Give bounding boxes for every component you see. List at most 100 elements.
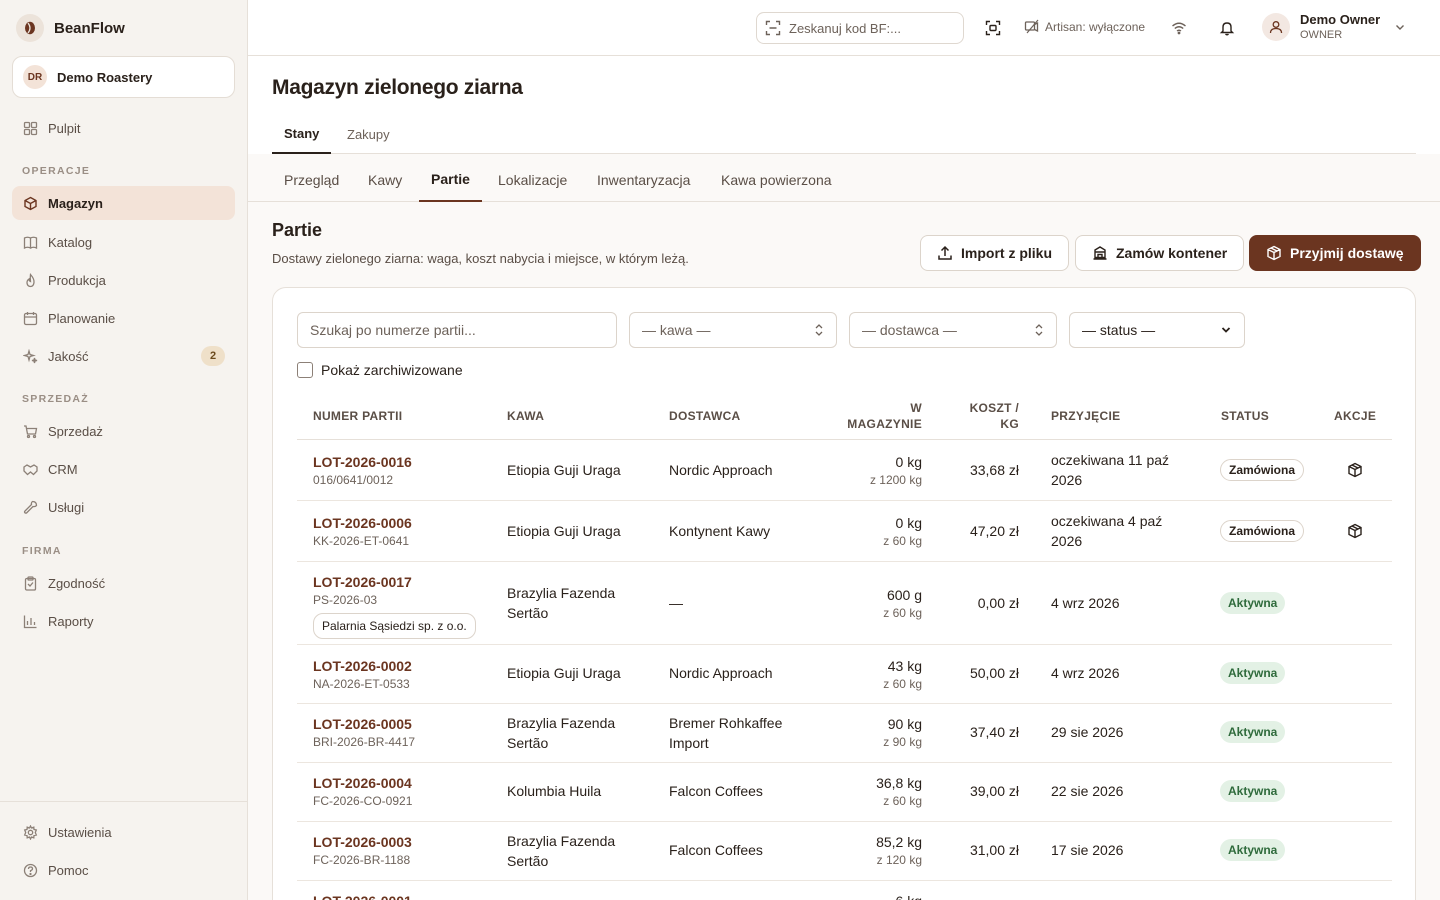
box-icon bbox=[22, 195, 38, 211]
header-status[interactable]: STATUS bbox=[1221, 408, 1269, 424]
subtab-kawy[interactable]: Kawy bbox=[356, 158, 414, 202]
coffee-name: Etiopia Guji Uraga bbox=[507, 462, 621, 478]
updown-chevron-icon bbox=[1034, 323, 1044, 337]
sidebar-item-sprzedaz[interactable]: Sprzedaż bbox=[12, 414, 235, 448]
tab-zakupy[interactable]: Zakupy bbox=[335, 114, 402, 154]
table-row[interactable]: LOT-2026-0001 6 kg bbox=[297, 881, 1392, 900]
cost-per-kg: 37,40 zł bbox=[969, 724, 1019, 740]
subtab-partie[interactable]: Partie bbox=[419, 158, 482, 202]
dashboard-icon bbox=[22, 120, 38, 136]
lot-number-link[interactable]: LOT-2026-0005 bbox=[313, 715, 415, 733]
chart-icon bbox=[22, 613, 38, 629]
coffee-name: Brazylia Fazenda bbox=[507, 585, 616, 601]
tab-stany[interactable]: Stany bbox=[272, 114, 332, 154]
header-actions: AKCJE bbox=[1334, 409, 1377, 423]
coffee-filter[interactable]: — kawa — bbox=[629, 312, 837, 348]
table-row[interactable]: LOT-2026-0005 BRI-2026-BR-4417 Brazylia … bbox=[297, 704, 1392, 763]
subtab-kawa-powierzona[interactable]: Kawa powierzona bbox=[709, 158, 844, 202]
sidebar-item-produkcja[interactable]: Produkcja bbox=[12, 263, 235, 297]
lot-number-link[interactable]: LOT-2026-0004 bbox=[313, 774, 412, 792]
lot-ref: PS-2026-03 bbox=[313, 593, 378, 607]
container-icon bbox=[1092, 245, 1108, 261]
brand[interactable]: BeanFlow bbox=[16, 14, 125, 42]
sidebar-item-magazyn[interactable]: Magazyn bbox=[12, 186, 235, 220]
header-received[interactable]: PRZYJĘCIE bbox=[1051, 408, 1120, 424]
stock-of: z 60 kg bbox=[883, 606, 922, 620]
sidebar-item-label: CRM bbox=[48, 461, 78, 477]
import-button[interactable]: Import z pliku bbox=[920, 235, 1069, 271]
show-archived-checkbox[interactable] bbox=[297, 362, 313, 378]
header-cost[interactable]: KOSZT / KG bbox=[939, 400, 1019, 432]
header-lot[interactable]: NUMER PARTII bbox=[313, 408, 402, 424]
lot-number-link[interactable]: LOT-2026-0016 bbox=[313, 453, 412, 471]
wifi-icon[interactable] bbox=[1168, 17, 1190, 39]
section-label-sprzedaz: SPRZEDAŻ bbox=[22, 393, 89, 405]
sidebar-item-crm[interactable]: CRM bbox=[12, 452, 235, 486]
show-archived-toggle[interactable]: Pokaż zarchiwizowane bbox=[297, 362, 463, 378]
sidebar-item-pomoc[interactable]: Pomoc bbox=[12, 853, 235, 887]
artisan-status[interactable]: Artisan: wyłączone bbox=[1024, 19, 1145, 34]
sidebar-item-planowanie[interactable]: Planowanie bbox=[12, 301, 235, 335]
stock-of: z 60 kg bbox=[883, 677, 922, 691]
lot-number-link[interactable]: LOT-2026-0003 bbox=[313, 833, 412, 851]
table-row[interactable]: LOT-2026-0003 FC-2026-BR-1188 Brazylia F… bbox=[297, 822, 1392, 881]
chevron-down-icon bbox=[1220, 324, 1232, 336]
lot-search-input[interactable]: Szukaj po numerze partii... bbox=[297, 312, 617, 348]
sidebar-item-zgodnosc[interactable]: Zgodność bbox=[12, 566, 235, 600]
sidebar-item-uslugi[interactable]: Usługi bbox=[12, 490, 235, 524]
coffee-name: Etiopia Guji Uraga bbox=[507, 665, 621, 681]
artisan-label: Artisan: wyłączone bbox=[1045, 19, 1146, 34]
subtab-inwentaryzacja[interactable]: Inwentaryzacja bbox=[585, 158, 702, 202]
table-row[interactable]: LOT-2026-0017 PS-2026-03 Palarnia Sąsied… bbox=[297, 562, 1392, 645]
flame-icon bbox=[22, 272, 38, 288]
stock-of: z 60 kg bbox=[883, 794, 922, 808]
header-stock[interactable]: W MAGAZYNIE bbox=[821, 400, 922, 432]
supplier-name: Bremer Rohkaffee bbox=[669, 715, 783, 731]
sidebar-item-label: Sprzedaż bbox=[48, 423, 103, 439]
received-date-line2: 2026 bbox=[1051, 533, 1083, 549]
received-date: 4 wrz 2026 bbox=[1051, 595, 1120, 611]
sidebar-item-jakosc[interactable]: Jakość 2 bbox=[12, 339, 235, 373]
sidebar-item-ustawienia[interactable]: Ustawienia bbox=[12, 815, 235, 849]
coffee-name-line2: Sertão bbox=[507, 605, 549, 621]
sidebar-item-pulpit[interactable]: Pulpit bbox=[12, 111, 235, 145]
table-row[interactable]: LOT-2026-0004 FC-2026-CO-0921 Kolumbia H… bbox=[297, 763, 1392, 822]
coffee-name: Kolumbia Huila bbox=[507, 783, 602, 799]
bell-icon[interactable] bbox=[1216, 17, 1238, 39]
sidebar-item-label: Raporty bbox=[48, 613, 94, 629]
sidebar-item-label: Produkcja bbox=[48, 272, 106, 288]
coffee-name: Brazylia Fazenda bbox=[507, 833, 616, 849]
table-row[interactable]: LOT-2026-0002 NA-2026-ET-0533 Etiopia Gu… bbox=[297, 645, 1392, 704]
book-icon bbox=[22, 234, 38, 250]
owner-pill: Palarnia Sąsiedzi sp. z o.o. bbox=[313, 613, 476, 639]
supplier-name-line2: Import bbox=[669, 735, 709, 751]
user-menu[interactable]: Demo Owner OWNER bbox=[1262, 11, 1406, 43]
table-row[interactable]: LOT-2026-0016 016/0641/0012 Etiopia Guji… bbox=[297, 440, 1392, 501]
cart-icon bbox=[22, 423, 38, 439]
order-container-button[interactable]: Zamów kontener bbox=[1075, 235, 1245, 271]
header-supplier[interactable]: DOSTAWCA bbox=[669, 408, 741, 424]
receive-package-icon[interactable] bbox=[1345, 460, 1365, 480]
receive-package-icon[interactable] bbox=[1345, 521, 1365, 541]
lot-number-link[interactable]: LOT-2026-0001 bbox=[313, 892, 412, 900]
subtab-lokalizacje[interactable]: Lokalizacje bbox=[486, 158, 579, 202]
scan-code-input[interactable]: Zeskanuj kod BF:... bbox=[756, 12, 964, 44]
lot-number-link[interactable]: LOT-2026-0006 bbox=[313, 514, 412, 532]
lot-number-link[interactable]: LOT-2026-0017 bbox=[313, 573, 476, 591]
lot-number-link[interactable]: LOT-2026-0002 bbox=[313, 657, 412, 675]
org-switcher[interactable]: DR Demo Roastery bbox=[12, 56, 235, 98]
topbar: Zeskanuj kod BF:... Artisan: wyłączone D… bbox=[248, 0, 1440, 56]
sidebar-item-raporty[interactable]: Raporty bbox=[12, 604, 235, 638]
subtab-przeglad[interactable]: Przegląd bbox=[272, 158, 351, 202]
stock-of: z 1200 kg bbox=[869, 473, 922, 487]
supplier-filter[interactable]: — dostawca — bbox=[849, 312, 1057, 348]
user-name: Demo Owner bbox=[1300, 12, 1381, 27]
receive-delivery-button[interactable]: Przyjmij dostawę bbox=[1249, 235, 1421, 271]
table-row[interactable]: LOT-2026-0006 KK-2026-ET-0641 Etiopia Gu… bbox=[297, 501, 1392, 562]
sidebar-item-katalog[interactable]: Katalog bbox=[12, 225, 235, 259]
header-cost-line2: KG bbox=[1000, 417, 1019, 431]
header-coffee[interactable]: KAWA bbox=[507, 408, 544, 424]
status-filter[interactable]: — status — bbox=[1069, 312, 1245, 348]
camera-scan-icon[interactable] bbox=[982, 17, 1004, 39]
lot-ref: 016/0641/0012 bbox=[313, 473, 394, 487]
